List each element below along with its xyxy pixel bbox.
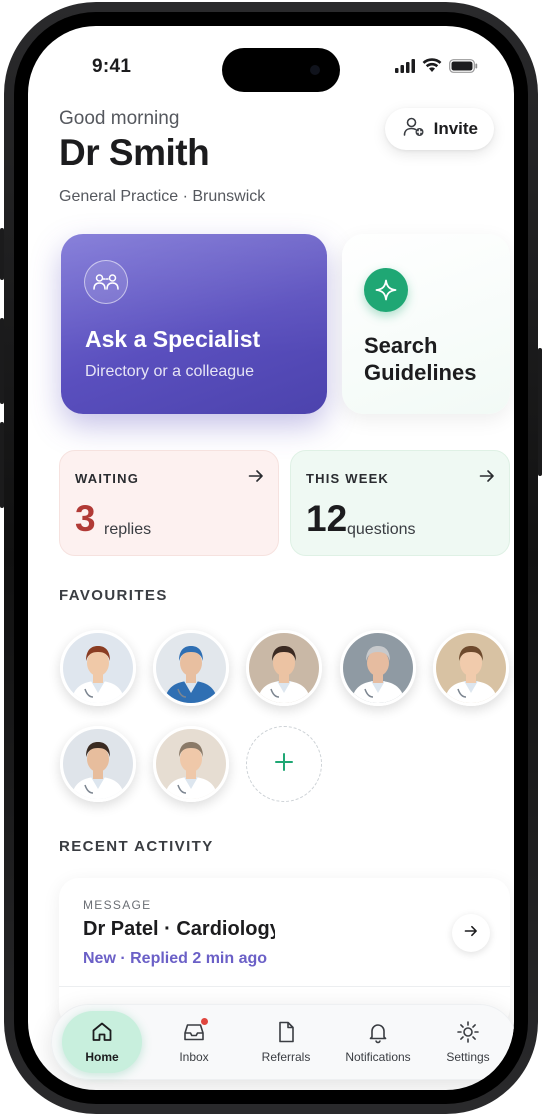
doctor-avatar-icon [436,633,506,703]
doctor-avatar-icon [63,729,133,799]
sparkle-icon [364,268,408,312]
gear-icon [456,1020,480,1044]
this-week-label: THIS WEEK [306,471,390,486]
doctor-name: Dr Smith [59,132,210,173]
ask-specialist-subtitle: Directory or a colleague [85,363,254,380]
home-icon [90,1020,114,1044]
document-icon [274,1020,298,1044]
add-favourite-button[interactable] [246,726,322,802]
favourite-avatar[interactable] [246,630,322,706]
add-user-icon [403,117,425,142]
tab-home-label: Home [85,1050,119,1064]
tab-referrals[interactable]: Referrals [246,1011,326,1073]
divider [59,986,510,987]
signal-icon [395,58,415,78]
people-icon [84,260,128,304]
plus-icon [274,752,294,777]
arrow-right-icon [248,469,264,488]
favourites-heading: FAVOURITES [59,587,168,604]
tab-home[interactable]: Home [62,1011,142,1073]
wifi-icon [422,58,442,78]
invite-button[interactable]: Invite [384,108,494,150]
waiting-unit: replies [104,521,152,538]
dynamic-island [222,48,340,92]
activity-status: New · Replied 2 min ago [83,950,268,967]
action-button [0,228,4,280]
arrow-right-icon [479,469,495,488]
doctor-avatar-icon [343,633,413,703]
invite-label: Invite [433,119,478,138]
tab-notifications[interactable]: Notifications [338,1011,418,1073]
doctor-avatar-icon [156,633,226,703]
status-time: 9:41 [92,56,132,77]
bell-icon [366,1020,390,1044]
tab-notifications-label: Notifications [345,1050,411,1064]
tab-inbox-label: Inbox [179,1050,209,1064]
doctor-avatar-icon [249,633,319,703]
this-week-card[interactable]: THIS WEEK 12 questions [290,450,510,556]
practice-location: General Practice · Brunswick [59,188,266,205]
waiting-count: 3 [75,498,96,539]
greeting-text: Good morning [59,108,180,129]
phone-frame: 9:41 Good morning Dr Smith General Pract… [0,2,542,1114]
recent-activity-heading: RECENT ACTIVITY [59,838,214,855]
doctor-avatar-icon [63,633,133,703]
this-week-unit: questions [347,521,416,538]
waiting-card[interactable]: WAITING 3 replies [59,450,279,556]
open-activity-button[interactable] [452,914,490,952]
tab-settings[interactable]: Settings [428,1011,508,1073]
favourite-avatar[interactable] [340,630,416,706]
inbox-badge [200,1017,209,1026]
favourite-avatar[interactable] [153,726,229,802]
inbox-icon [182,1017,209,1044]
app-screen: 9:41 Good morning Dr Smith General Pract… [28,26,514,1090]
tab-bar: Home Inbox Referrals Notifications Setti… [51,1004,514,1080]
tab-inbox[interactable]: Inbox [154,1011,234,1073]
activity-title: Dr Patel · Cardiology [83,918,275,940]
ask-specialist-title: Ask a Specialist [85,326,261,352]
status-bar: 9:41 [28,26,514,92]
ask-specialist-card[interactable]: Ask a Specialist Directory or a colleagu… [61,234,327,414]
volume-up-button [0,318,4,404]
favourite-avatar[interactable] [60,726,136,802]
favourite-avatar[interactable] [433,630,509,706]
volume-down-button [0,422,4,508]
battery-icon [449,58,478,78]
favourite-avatar[interactable] [60,630,136,706]
status-icons [395,58,478,78]
tab-settings-label: Settings [446,1050,490,1064]
power-button [538,348,542,476]
this-week-count: 12 [306,498,348,539]
arrow-right-icon [464,924,478,942]
favourite-avatar[interactable] [153,630,229,706]
doctor-avatar-icon [156,729,226,799]
search-guidelines-card[interactable]: Search Guidelines [342,234,510,414]
phone-bezel: 9:41 Good morning Dr Smith General Pract… [14,12,528,1104]
tab-referrals-label: Referrals [261,1050,311,1064]
search-guidelines-title: Search Guidelines [364,333,477,385]
activity-type: MESSAGE [83,898,152,912]
waiting-label: WAITING [75,471,140,486]
